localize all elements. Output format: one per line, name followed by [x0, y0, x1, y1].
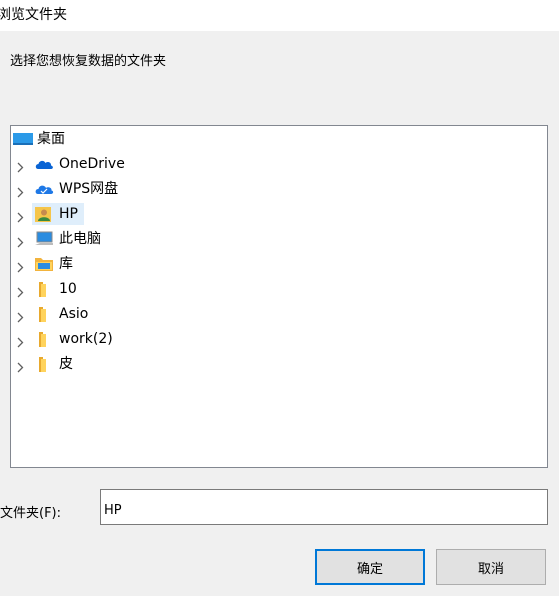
- chevron-right-icon[interactable]: [15, 283, 26, 298]
- chevron-right-icon[interactable]: [15, 158, 26, 173]
- library-icon: [34, 255, 53, 273]
- chevron-right-icon[interactable]: [15, 233, 26, 248]
- tree-item-label: WPS网盘: [59, 181, 119, 197]
- tree-item-label: HP: [59, 206, 78, 222]
- tree-item-label: 此电脑: [59, 231, 101, 247]
- tree-item-label: work(2): [59, 331, 113, 347]
- desktop-icon: [13, 130, 33, 148]
- folder-icon: [34, 305, 52, 323]
- tree-item-label: 桌面: [37, 131, 65, 147]
- tree-item-folder[interactable]: work(2): [11, 327, 531, 351]
- folder-input[interactable]: [100, 489, 548, 525]
- chevron-right-icon[interactable]: [15, 183, 26, 198]
- tree-item-label: 皮: [59, 356, 73, 372]
- window-title: 浏览文件夹: [0, 7, 67, 23]
- tree-item-label: 库: [59, 256, 73, 272]
- chevron-right-icon[interactable]: [15, 308, 26, 323]
- tree-item-library[interactable]: 库: [11, 252, 531, 276]
- tree-item-desktop[interactable]: 桌面: [11, 127, 531, 151]
- cancel-button[interactable]: 取消: [436, 549, 546, 585]
- folder-field-label: 文件夹(F):: [0, 506, 62, 521]
- folder-icon: [34, 355, 52, 373]
- folder-icon: [34, 330, 52, 348]
- user-folder-icon: [34, 205, 52, 223]
- tree-item-onedrive[interactable]: OneDrive: [11, 152, 531, 176]
- tree-item-this-pc[interactable]: 此电脑: [11, 227, 531, 251]
- tree-item-folder[interactable]: Asio: [11, 302, 531, 326]
- instruction-text: 选择您想恢复数据的文件夹: [10, 54, 167, 69]
- chevron-right-icon[interactable]: [15, 333, 26, 348]
- ok-button[interactable]: 确定: [315, 549, 425, 585]
- chevron-right-icon[interactable]: [15, 358, 26, 373]
- tree-item-label: Asio: [59, 306, 89, 322]
- onedrive-cloud-icon: [34, 155, 53, 173]
- chevron-right-icon[interactable]: [15, 208, 26, 223]
- wps-cloud-icon: [34, 180, 54, 198]
- chevron-right-icon[interactable]: [15, 258, 26, 273]
- folder-icon: [34, 280, 52, 298]
- tree-item-label: 10: [59, 281, 77, 297]
- tree-item-hp[interactable]: HP: [11, 202, 531, 226]
- tree-item-wps-cloud[interactable]: WPS网盘: [11, 177, 531, 201]
- tree-item-folder[interactable]: 10: [11, 277, 531, 301]
- folder-tree[interactable]: 桌面 OneDrive WPS网盘 HP 此电脑 库 10 Asio work(…: [10, 125, 548, 468]
- title-bar: 浏览文件夹: [0, 0, 559, 31]
- computer-icon: [34, 230, 53, 248]
- tree-item-folder[interactable]: 皮: [11, 352, 531, 376]
- tree-item-label: OneDrive: [59, 156, 125, 172]
